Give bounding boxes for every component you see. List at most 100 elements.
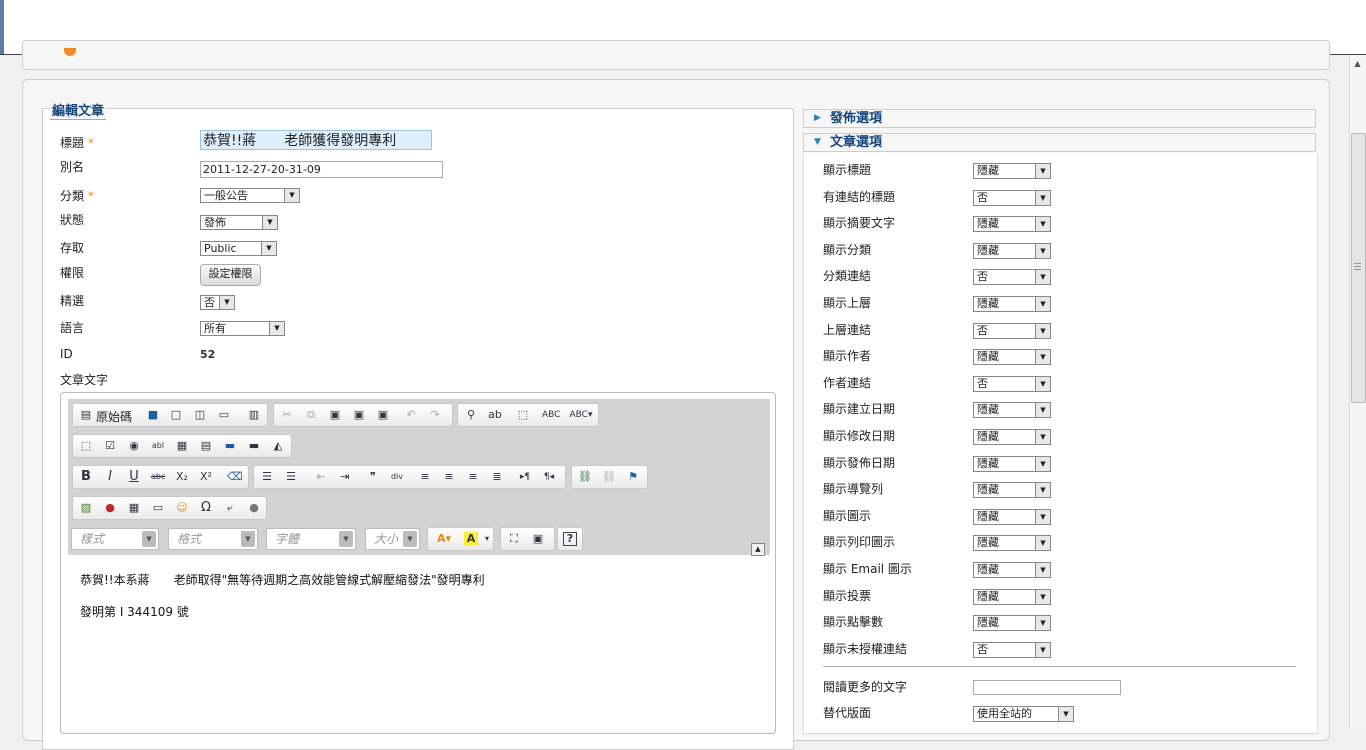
paste-word-icon[interactable]: ▣ [376,408,390,422]
help-icon[interactable]: ? [563,532,577,546]
redo-icon[interactable]: ↷ [428,408,442,422]
spellcheck-as-you-type-icon[interactable]: ABC▾ [568,408,594,422]
source-code-icon[interactable]: ▤ [79,408,93,422]
option-select[interactable]: 隱藏 ▼ [973,456,1051,472]
publish-options-header[interactable]: ▶ 發佈選項 [803,109,1316,128]
option-select[interactable]: 隱藏 ▼ [973,349,1051,365]
strikethrough-icon[interactable]: abc [151,470,165,484]
blockquote-icon[interactable]: ❞ [366,470,380,484]
option-select[interactable]: 隱藏 ▼ [973,429,1051,445]
option-select[interactable]: 隱藏 ▼ [973,296,1051,312]
undo-icon[interactable]: ↶ [404,408,418,422]
option-select[interactable]: 隱藏 ▼ [973,562,1051,578]
access-select[interactable]: Public ▼ [200,241,277,256]
read-more-input[interactable] [973,680,1121,695]
italic-icon[interactable]: I [103,470,117,484]
new-document-icon[interactable]: □ [169,408,183,422]
language-select[interactable]: 所有 ▼ [200,321,285,336]
decrease-indent-icon[interactable]: ⇤ [314,470,328,484]
increase-indent-icon[interactable]: ⇥ [338,470,352,484]
alias-input[interactable]: 2011-12-27-20-31-09 [200,161,443,178]
cut-icon[interactable]: ✂ [280,408,294,422]
bulleted-list-icon[interactable]: ☰ [284,470,298,484]
option-select[interactable]: 否 ▼ [973,376,1051,392]
option-select[interactable]: 隱藏 ▼ [973,163,1051,179]
option-select[interactable]: 隱藏 ▼ [973,589,1051,605]
option-select[interactable]: 隱藏 ▼ [973,216,1051,232]
select-field-icon[interactable]: ▤ [199,439,213,453]
preview-icon[interactable]: ◫ [193,408,207,422]
checkbox-icon[interactable]: ☑ [103,439,117,453]
paste-text-icon[interactable]: ▣ [352,408,366,422]
chevron-down-icon[interactable]: ▾ [480,532,494,546]
category-select[interactable]: 一般公告 ▼ [200,188,300,203]
text-field-icon[interactable]: abl [151,439,165,453]
text-color-icon[interactable]: A▾ [432,532,456,546]
find-icon[interactable]: ⚲ [464,408,478,422]
option-select[interactable]: 否 ▼ [973,269,1051,285]
option-select[interactable]: 隱藏 ▼ [973,243,1051,259]
alt-layout-select[interactable]: 使用全站的 ▼ [973,706,1074,722]
bold-icon[interactable]: B [79,470,93,484]
set-permissions-button[interactable]: 設定權限 [200,264,261,286]
scroll-up-arrow-icon[interactable]: ▲ [1351,57,1364,70]
scrollbar-thumb[interactable] [1351,133,1366,403]
superscript-icon[interactable]: X² [199,470,213,484]
featured-select[interactable]: 否 ▼ [200,295,235,310]
numbered-list-icon[interactable]: ☰ [260,470,274,484]
spellcheck-icon[interactable]: ABC [542,408,560,422]
smiley-icon[interactable]: ☺ [175,501,189,515]
table-icon[interactable]: ▦ [127,501,141,515]
show-blocks-icon[interactable]: ▣ [531,532,545,546]
textarea-icon[interactable]: ▦ [175,439,189,453]
title-input[interactable]: 恭賀!!蔣 老師獲得發明專利 [200,130,432,150]
subscript-icon[interactable]: X₂ [175,470,189,484]
form-icon[interactable]: ⬚ [79,439,93,453]
iframe-globe-icon[interactable]: ● [247,501,261,515]
image-button-icon[interactable]: ▬ [247,439,261,453]
page-break-icon[interactable]: ⤶ [223,501,237,515]
radio-icon[interactable]: ◉ [127,439,141,453]
maximize-icon[interactable]: ⛶ [507,532,521,546]
remove-format-icon[interactable]: ⌫ [227,470,243,484]
source-code-button[interactable]: 原始碼 [96,408,132,425]
copy-icon[interactable]: ⧉ [304,408,318,422]
article-options-header[interactable]: ▼ 文章選項 [803,133,1316,152]
size-combo[interactable]: 大小 ▼ [365,528,420,550]
image-icon[interactable]: ▨ [79,501,93,515]
button-field-icon[interactable]: ▬ [223,439,237,453]
option-select[interactable]: 隱藏 ▼ [973,615,1051,631]
templates-icon[interactable]: ▥ [247,408,261,422]
align-right-icon[interactable]: ≡ [466,470,480,484]
save-icon[interactable]: ■ [146,408,160,422]
format-combo[interactable]: 格式 ▼ [168,528,258,550]
hidden-field-icon[interactable]: ◭ [271,439,285,453]
flash-icon[interactable]: ● [103,501,117,515]
background-color-icon[interactable]: A [464,532,478,546]
collapse-toolbar-icon[interactable]: ▲ [751,543,765,556]
special-char-omega-icon[interactable]: Ω [199,501,213,515]
div-container-icon[interactable]: div [390,470,404,484]
justify-icon[interactable]: ≣ [490,470,504,484]
align-left-icon[interactable]: ≡ [418,470,432,484]
select-all-icon[interactable]: ⬚ [516,408,530,422]
align-center-icon[interactable]: ≡ [442,470,456,484]
option-select[interactable]: 隱藏 ▼ [973,402,1051,418]
replace-icon[interactable]: ab [488,408,502,422]
unlink-icon[interactable]: ⛓ [602,470,616,484]
styles-combo[interactable]: 樣式 ▼ [71,528,159,550]
anchor-flag-icon[interactable]: ⚑ [626,470,640,484]
print-icon[interactable]: ▭ [217,408,231,422]
state-select[interactable]: 發佈 ▼ [200,215,278,230]
ltr-icon[interactable]: ▸¶ [518,470,532,484]
underline-icon[interactable]: U [127,470,141,484]
option-select[interactable]: 否 ▼ [973,642,1051,658]
option-select[interactable]: 隱藏 ▼ [973,535,1051,551]
rtl-icon[interactable]: ¶◂ [542,470,556,484]
option-select[interactable]: 否 ▼ [973,190,1051,206]
option-select[interactable]: 隱藏 ▼ [973,482,1051,498]
font-combo[interactable]: 字體 ▼ [266,528,356,550]
horizontal-rule-icon[interactable]: ▭ [151,501,165,515]
option-select[interactable]: 隱藏 ▼ [973,509,1051,525]
option-select[interactable]: 否 ▼ [973,323,1051,339]
